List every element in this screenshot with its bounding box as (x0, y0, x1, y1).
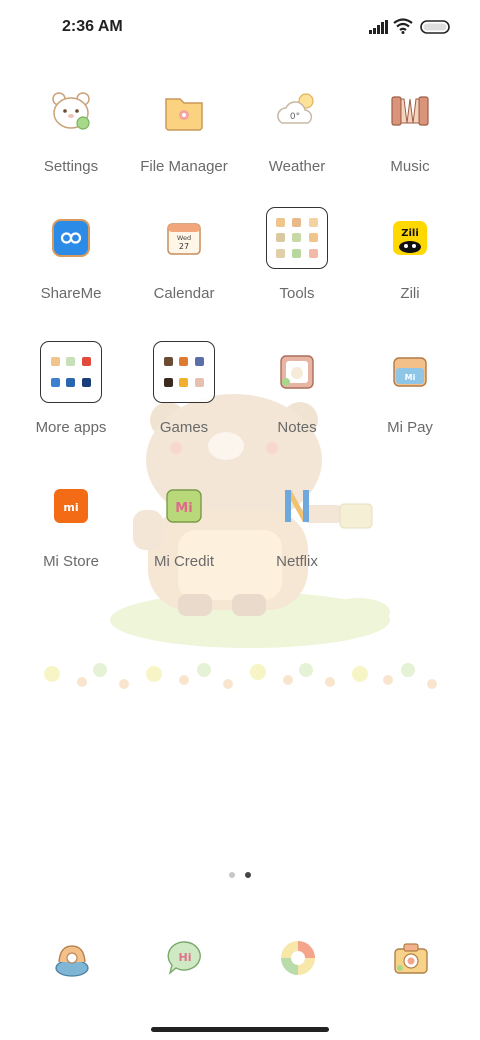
mini-app-icon (195, 377, 205, 387)
wallet-icon: Mi (379, 341, 441, 403)
mini-app-icon (179, 357, 189, 367)
camera-icon (394, 943, 428, 974)
browser-icon (281, 941, 315, 975)
app-mi-pay[interactable]: Mi Mi Pay (354, 341, 466, 441)
app-label: Mi Store (43, 553, 99, 570)
page-indicator (0, 872, 480, 878)
dock-browser[interactable] (276, 936, 320, 980)
app-file-manager[interactable]: File Manager (128, 80, 240, 180)
app-calendar[interactable]: Wed 27 Calendar (128, 207, 240, 307)
mini-app-icon (292, 249, 302, 259)
calendar-icon: Wed 27 (153, 207, 215, 269)
app-shareme[interactable]: ShareMe (15, 207, 127, 307)
zili-icon: Zili (379, 207, 441, 269)
mini-app-icon (292, 217, 302, 227)
folder-grid-icon (266, 207, 328, 269)
calendar-date-text: 27 (179, 242, 189, 251)
app-label: Tools (279, 285, 315, 302)
notes-bear-icon (266, 341, 328, 403)
app-label: Netflix (276, 553, 318, 570)
mini-app-icon (308, 217, 318, 227)
accordion-icon (379, 80, 441, 142)
folder-games[interactable]: Games (128, 341, 240, 441)
app-label: Music (390, 158, 430, 175)
app-label: Settings (43, 158, 99, 175)
app-netflix[interactable]: N Netflix (241, 475, 353, 575)
app-label: Zili (400, 285, 420, 302)
mini-app-icon (276, 217, 286, 227)
page-dot-active[interactable] (245, 872, 251, 878)
mini-app-icon (276, 233, 286, 243)
infinity-icon (40, 207, 102, 269)
mini-app-icon (163, 357, 173, 367)
app-weather[interactable]: 0° Weather (241, 80, 353, 180)
app-label: Mi Pay (387, 419, 433, 436)
app-settings[interactable]: Settings (15, 80, 127, 180)
home-indicator-bar[interactable] (151, 1027, 329, 1032)
mi-store-icon: mi (40, 475, 102, 537)
mi-credit-icon: Mi (153, 475, 215, 537)
phone-icon (55, 945, 89, 977)
folder-grid-icon (153, 341, 215, 403)
mini-app-icon (292, 233, 302, 243)
mi-pay-text: Mi (405, 373, 416, 382)
mi-logo-text: mi (63, 501, 78, 514)
zili-logo-text: Zili (401, 228, 419, 239)
app-zili[interactable]: Zili Zili (354, 207, 466, 307)
folder-tools[interactable]: Tools (241, 207, 353, 307)
page-dot[interactable] (229, 872, 235, 878)
mi-credit-text: Mi (175, 501, 192, 516)
app-label: Notes (277, 419, 317, 436)
status-time: 2:36 AM (62, 18, 123, 35)
dock-phone[interactable] (50, 936, 94, 980)
app-music[interactable]: Music (354, 80, 466, 180)
calendar-day-text: Wed (177, 234, 191, 242)
folder-grid-icon (40, 341, 102, 403)
folder-more-apps[interactable]: More apps (15, 341, 127, 441)
app-label: Mi Credit (153, 553, 214, 570)
messages-hi-text: Hi (179, 951, 192, 964)
mini-app-icon (82, 377, 92, 387)
mini-app-icon (66, 357, 76, 367)
mini-app-icon (163, 377, 173, 387)
signal-icon (369, 20, 388, 34)
bear-gear-icon (40, 80, 102, 142)
app-label: Calendar (153, 285, 215, 302)
app-label: Weather (268, 158, 326, 175)
folder-icon (153, 80, 215, 142)
weather-temp-text: 0° (290, 112, 300, 122)
app-label: More apps (35, 419, 107, 436)
mini-app-icon (308, 249, 318, 259)
mini-app-icon (50, 377, 60, 387)
dock-messages[interactable]: Hi (163, 936, 207, 980)
wifi-icon (393, 18, 413, 34)
dock-camera[interactable] (389, 936, 433, 980)
netflix-icon: N (266, 475, 328, 537)
message-bubble-icon: Hi (167, 941, 201, 975)
mini-app-icon (276, 249, 286, 259)
app-label: Games (159, 419, 209, 436)
mini-app-icon (195, 357, 205, 367)
mini-app-icon (82, 357, 92, 367)
app-notes[interactable]: Notes (241, 341, 353, 441)
app-mi-store[interactable]: mi Mi Store (15, 475, 127, 575)
mini-app-icon (179, 377, 189, 387)
cloud-sun-icon: 0° (266, 80, 328, 142)
mini-app-icon (66, 377, 76, 387)
app-label: ShareMe (40, 285, 102, 302)
mini-app-icon (50, 357, 60, 367)
battery-icon (420, 20, 450, 34)
mini-app-icon (308, 233, 318, 243)
app-label: File Manager (140, 158, 228, 175)
status-bar: 2:36 AM (0, 0, 480, 56)
app-mi-credit[interactable]: Mi Mi Credit (128, 475, 240, 575)
